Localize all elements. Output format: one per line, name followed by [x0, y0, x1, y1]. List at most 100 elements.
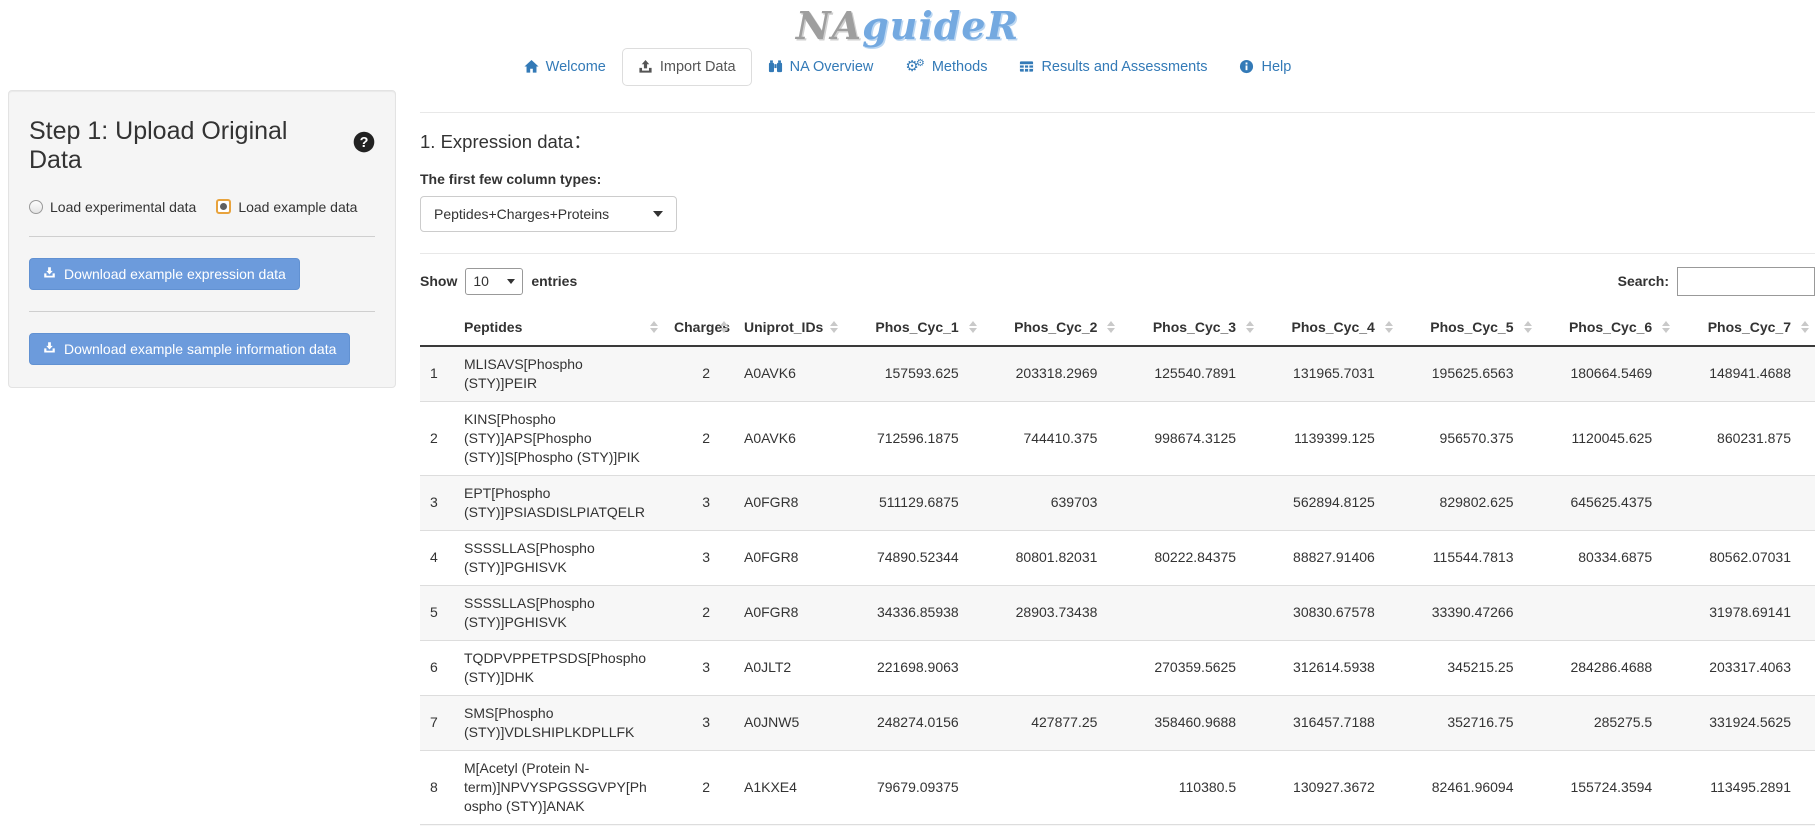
sort-icon: [1524, 321, 1532, 333]
sort-icon: [969, 321, 977, 333]
header-phos-cyc-6[interactable]: Phos_Cyc_6: [1538, 310, 1677, 346]
header-phos-cyc-3[interactable]: Phos_Cyc_3: [1121, 310, 1260, 346]
cell-peptide: M[Acetyl (Protein N-term)]NPVYSPGSSGVPY[…: [454, 750, 664, 824]
cell-value: [1538, 585, 1677, 640]
svg-text:?: ?: [360, 135, 369, 151]
cell-peptide: MLISAVS[Phospho (STY)]PEIR: [454, 346, 664, 402]
cell-value: 195625.6563: [1399, 346, 1538, 402]
sort-icon: [830, 321, 838, 333]
tab-import-data[interactable]: Import Data: [622, 48, 752, 86]
sort-icon: [720, 321, 728, 333]
download-expression-data-button[interactable]: Download example expression data: [29, 258, 300, 290]
main-mid-divider: [420, 253, 1815, 254]
cell-value: 312614.5938: [1260, 640, 1399, 695]
app-logo-na: NA: [796, 3, 862, 48]
download-expression-label: Download example expression data: [64, 266, 286, 282]
radio-load-experimental-label: Load experimental data: [50, 199, 196, 215]
table-controls: Show 10 entries Search:: [420, 267, 1815, 296]
page-length-control: Show 10 entries: [420, 268, 577, 295]
tab-welcome[interactable]: Welcome: [508, 48, 622, 86]
sort-icon: [650, 321, 658, 333]
cell-value: 1139399.125: [1260, 401, 1399, 475]
cell-value: 829802.625: [1399, 475, 1538, 530]
cell-uniprot: A0AVK6: [734, 346, 844, 402]
tab-methods-label: Methods: [932, 59, 988, 75]
cell-value: [983, 750, 1122, 824]
row-index: 5: [420, 585, 454, 640]
table-row: 4 SSSSLLAS[Phospho (STY)]PGHISVK 3 A0FGR…: [420, 530, 1815, 585]
cell-value: 712596.1875: [844, 401, 983, 475]
cell-value: [983, 640, 1122, 695]
header-phos-cyc-5[interactable]: Phos_Cyc_5: [1399, 310, 1538, 346]
sort-icon: [1107, 321, 1115, 333]
search-input[interactable]: [1677, 267, 1815, 296]
tab-welcome-label: Welcome: [546, 59, 606, 75]
tab-results-assessments[interactable]: Results and Assessments: [1003, 48, 1223, 86]
cell-value: 28903.73438: [983, 585, 1122, 640]
header-charges[interactable]: Charges: [664, 310, 734, 346]
tab-help[interactable]: Help: [1223, 48, 1307, 86]
nav-tabs: Welcome Import Data NA Overview ⚙⚙ Metho…: [0, 48, 1815, 86]
cell-value: 125540.7891: [1121, 346, 1260, 402]
sidebar-divider-1: [29, 236, 375, 237]
cell-value: 180664.5469: [1538, 346, 1677, 402]
cell-value: 155724.3594: [1538, 750, 1677, 824]
cell-value: 270359.5625: [1121, 640, 1260, 695]
download-icon: [43, 266, 56, 282]
tab-help-label: Help: [1261, 59, 1291, 75]
cell-value: 80562.07031: [1676, 530, 1815, 585]
header-uniprot-ids[interactable]: Uniprot_IDs: [734, 310, 844, 346]
sidebar-divider-2: [29, 311, 375, 312]
cell-charge: 2: [664, 346, 734, 402]
table-row: 7 SMS[Phospho (STY)]VDLSHIPLKDPLLFK 3 A0…: [420, 695, 1815, 750]
column-types-select[interactable]: Peptides+Charges+Proteins: [420, 196, 677, 232]
tab-na-overview[interactable]: NA Overview: [752, 48, 890, 86]
page-length-select[interactable]: 10: [465, 268, 523, 295]
row-index: 7: [420, 695, 454, 750]
header-peptides[interactable]: Peptides: [454, 310, 664, 346]
radio-selected-icon: [216, 199, 231, 214]
cell-value: 115544.7813: [1399, 530, 1538, 585]
cell-charge: 3: [664, 640, 734, 695]
cell-value: 80334.6875: [1538, 530, 1677, 585]
cell-value: 30830.67578: [1260, 585, 1399, 640]
cell-peptide: KINS[Phospho (STY)]APS[Phospho (STY)]S[P…: [454, 401, 664, 475]
cell-peptide: TQDPVPPETPSDS[Phospho (STY)]DHK: [454, 640, 664, 695]
cell-value: 80801.82031: [983, 530, 1122, 585]
cell-value: 34336.85938: [844, 585, 983, 640]
home-icon: [524, 59, 539, 74]
show-label: Show: [420, 273, 457, 289]
cell-value: 157593.625: [844, 346, 983, 402]
cell-value: 131965.7031: [1260, 346, 1399, 402]
table-row: 6 TQDPVPPETPSDS[Phospho (STY)]DHK 3 A0JL…: [420, 640, 1815, 695]
cell-value: 511129.6875: [844, 475, 983, 530]
tab-methods[interactable]: ⚙⚙ Methods: [889, 48, 1003, 86]
header-phos-cyc-1[interactable]: Phos_Cyc_1: [844, 310, 983, 346]
main-top-divider: [420, 112, 1815, 113]
row-index: 4: [420, 530, 454, 585]
header-phos-cyc-7[interactable]: Phos_Cyc_7: [1676, 310, 1815, 346]
header-phos-cyc-4[interactable]: Phos_Cyc_4: [1260, 310, 1399, 346]
cell-uniprot: A0JLT2: [734, 640, 844, 695]
upload-icon: [638, 59, 653, 74]
tab-na-overview-label: NA Overview: [790, 59, 874, 75]
question-circle-icon[interactable]: ?: [353, 131, 375, 160]
sort-icon: [1801, 321, 1809, 333]
table-row: 1 MLISAVS[Phospho (STY)]PEIR 2 A0AVK6 15…: [420, 346, 1815, 402]
radio-load-example-data[interactable]: Load example data: [216, 199, 357, 215]
sidebar-panel: Step 1: Upload Original Data ? Load expe…: [8, 90, 396, 388]
sort-icon: [1662, 321, 1670, 333]
table-search-control: Search:: [1618, 267, 1815, 296]
row-index: 3: [420, 475, 454, 530]
cell-peptide: SSSSLLAS[Phospho (STY)]PGHISVK: [454, 530, 664, 585]
cell-value: 285275.5: [1538, 695, 1677, 750]
cell-uniprot: A0FGR8: [734, 585, 844, 640]
table-row: 5 SSSSLLAS[Phospho (STY)]PGHISVK 2 A0FGR…: [420, 585, 1815, 640]
download-sample-info-button[interactable]: Download example sample information data: [29, 333, 350, 365]
cell-value: 80222.84375: [1121, 530, 1260, 585]
header-phos-cyc-2[interactable]: Phos_Cyc_2: [983, 310, 1122, 346]
cell-value: 956570.375: [1399, 401, 1538, 475]
row-index: 6: [420, 640, 454, 695]
radio-load-experimental-data[interactable]: Load experimental data: [29, 199, 196, 215]
table-icon: [1019, 59, 1034, 74]
